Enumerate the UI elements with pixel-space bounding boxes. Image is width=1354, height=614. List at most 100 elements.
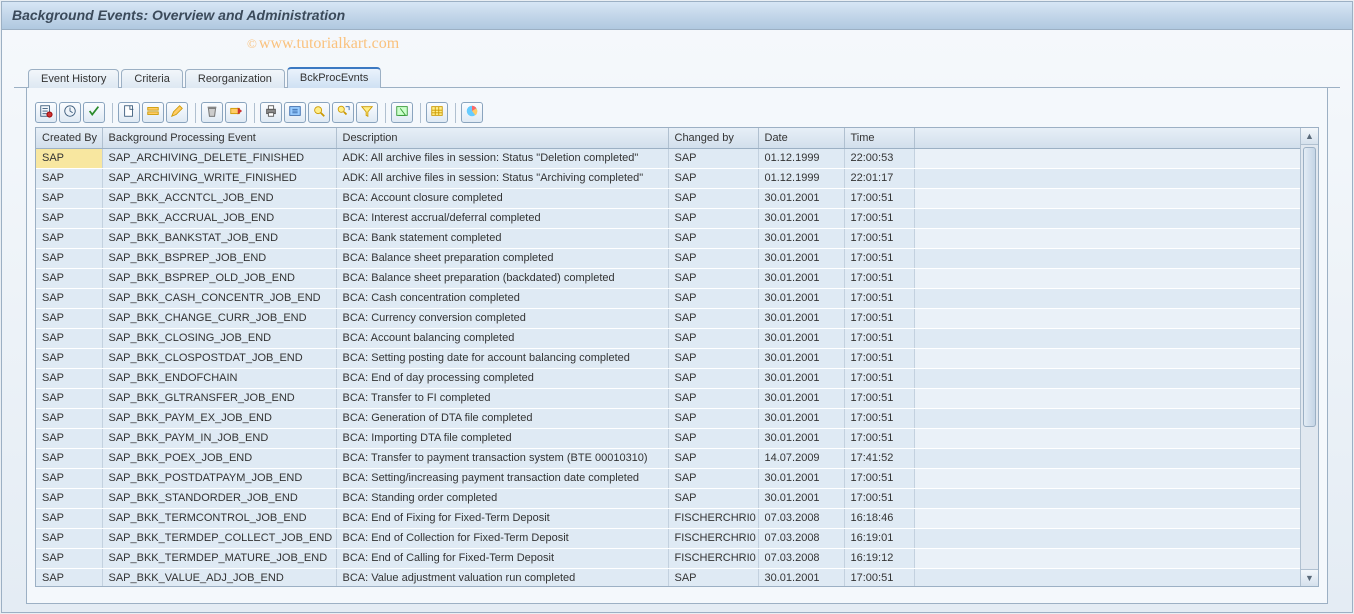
cell-changedBy[interactable]: SAP bbox=[668, 469, 758, 489]
cell-desc[interactable]: BCA: Account balancing completed bbox=[336, 329, 668, 349]
cell-changedBy[interactable]: SAP bbox=[668, 229, 758, 249]
cell-desc[interactable]: BCA: Transfer to payment transaction sys… bbox=[336, 449, 668, 469]
cell-createdBy[interactable]: SAP bbox=[36, 229, 102, 249]
cell-date[interactable]: 30.01.2001 bbox=[758, 189, 844, 209]
cell-time[interactable]: 17:00:51 bbox=[844, 369, 914, 389]
col-header-date[interactable]: Date bbox=[758, 128, 844, 149]
table-row[interactable]: SAPSAP_BKK_STANDORDER_JOB_ENDBCA: Standi… bbox=[36, 489, 1318, 509]
cell-desc[interactable]: BCA: Standing order completed bbox=[336, 489, 668, 509]
cell-time[interactable]: 17:00:51 bbox=[844, 429, 914, 449]
cell-createdBy[interactable]: SAP bbox=[36, 289, 102, 309]
cell-date[interactable]: 30.01.2001 bbox=[758, 269, 844, 289]
find-next-button[interactable] bbox=[332, 102, 354, 123]
vertical-scrollbar[interactable]: ▲ ▼ bbox=[1300, 128, 1318, 586]
cell-createdBy[interactable]: SAP bbox=[36, 349, 102, 369]
cell-changedBy[interactable]: SAP bbox=[668, 569, 758, 587]
cell-date[interactable]: 30.01.2001 bbox=[758, 289, 844, 309]
cell-desc[interactable]: BCA: End of day processing completed bbox=[336, 369, 668, 389]
cell-date[interactable]: 30.01.2001 bbox=[758, 429, 844, 449]
cell-desc[interactable]: BCA: Account closure completed bbox=[336, 189, 668, 209]
table-row[interactable]: SAPSAP_BKK_BANKSTAT_JOB_ENDBCA: Bank sta… bbox=[36, 229, 1318, 249]
cell-changedBy[interactable]: FISCHERCHRI0 bbox=[668, 509, 758, 529]
cell-time[interactable]: 17:00:51 bbox=[844, 189, 914, 209]
cell-createdBy[interactable]: SAP bbox=[36, 169, 102, 189]
col-header-desc[interactable]: Description bbox=[336, 128, 668, 149]
cell-desc[interactable]: BCA: End of Collection for Fixed-Term De… bbox=[336, 529, 668, 549]
table-row[interactable]: SAPSAP_ARCHIVING_WRITE_FINISHEDADK: All … bbox=[36, 169, 1318, 189]
cell-date[interactable]: 01.12.1999 bbox=[758, 169, 844, 189]
table-row[interactable]: SAPSAP_BKK_TERMDEP_MATURE_JOB_ENDBCA: En… bbox=[36, 549, 1318, 569]
total-button[interactable] bbox=[391, 102, 413, 123]
cell-createdBy[interactable]: SAP bbox=[36, 149, 102, 169]
table-row[interactable]: SAPSAP_BKK_PAYM_EX_JOB_ENDBCA: Generatio… bbox=[36, 409, 1318, 429]
table-row[interactable]: SAPSAP_BKK_TERMCONTROL_JOB_ENDBCA: End o… bbox=[36, 509, 1318, 529]
cell-time[interactable]: 17:00:51 bbox=[844, 329, 914, 349]
cell-time[interactable]: 16:19:01 bbox=[844, 529, 914, 549]
table-row[interactable]: SAPSAP_BKK_PAYM_IN_JOB_ENDBCA: Importing… bbox=[36, 429, 1318, 449]
cell-date[interactable]: 30.01.2001 bbox=[758, 229, 844, 249]
export-button[interactable] bbox=[284, 102, 306, 123]
cell-event[interactable]: SAP_ARCHIVING_WRITE_FINISHED bbox=[102, 169, 336, 189]
cell-changedBy[interactable]: SAP bbox=[668, 249, 758, 269]
cell-desc[interactable]: BCA: Balance sheet preparation (backdate… bbox=[336, 269, 668, 289]
cell-event[interactable]: SAP_BKK_PAYM_EX_JOB_END bbox=[102, 409, 336, 429]
table-row[interactable]: SAPSAP_BKK_TERMDEP_COLLECT_JOB_ENDBCA: E… bbox=[36, 529, 1318, 549]
scroll-thumb[interactable] bbox=[1303, 147, 1316, 427]
table-row[interactable]: SAPSAP_BKK_GLTRANSFER_JOB_ENDBCA: Transf… bbox=[36, 389, 1318, 409]
cell-changedBy[interactable]: FISCHERCHRI0 bbox=[668, 529, 758, 549]
table-row[interactable]: SAPSAP_BKK_BSPREP_JOB_ENDBCA: Balance sh… bbox=[36, 249, 1318, 269]
cell-desc[interactable]: ADK: All archive files in session: Statu… bbox=[336, 169, 668, 189]
cell-date[interactable]: 07.03.2008 bbox=[758, 509, 844, 529]
cell-time[interactable]: 22:01:17 bbox=[844, 169, 914, 189]
scroll-down-arrow-icon[interactable]: ▼ bbox=[1301, 569, 1318, 586]
cell-time[interactable]: 17:00:51 bbox=[844, 489, 914, 509]
cell-time[interactable]: 16:19:12 bbox=[844, 549, 914, 569]
col-header-createdBy[interactable]: Created By bbox=[36, 128, 102, 149]
cell-time[interactable]: 17:00:51 bbox=[844, 289, 914, 309]
cell-desc[interactable]: BCA: Importing DTA file completed bbox=[336, 429, 668, 449]
cell-changedBy[interactable]: SAP bbox=[668, 389, 758, 409]
cell-event[interactable]: SAP_BKK_ACCNTCL_JOB_END bbox=[102, 189, 336, 209]
cell-event[interactable]: SAP_BKK_CLOSING_JOB_END bbox=[102, 329, 336, 349]
cell-changedBy[interactable]: SAP bbox=[668, 309, 758, 329]
cell-createdBy[interactable]: SAP bbox=[36, 189, 102, 209]
cell-createdBy[interactable]: SAP bbox=[36, 429, 102, 449]
cell-createdBy[interactable]: SAP bbox=[36, 409, 102, 429]
tab-bckprocevnts[interactable]: BckProcEvnts bbox=[287, 67, 381, 88]
tab-reorganization[interactable]: Reorganization bbox=[185, 69, 285, 88]
cell-time[interactable]: 17:00:51 bbox=[844, 569, 914, 587]
cell-desc[interactable]: BCA: Generation of DTA file completed bbox=[336, 409, 668, 429]
cell-event[interactable]: SAP_BKK_CASH_CONCENTR_JOB_END bbox=[102, 289, 336, 309]
cell-createdBy[interactable]: SAP bbox=[36, 509, 102, 529]
cell-date[interactable]: 30.01.2001 bbox=[758, 349, 844, 369]
cell-createdBy[interactable]: SAP bbox=[36, 269, 102, 289]
scroll-up-arrow-icon[interactable]: ▲ bbox=[1301, 128, 1318, 145]
cell-changedBy[interactable]: SAP bbox=[668, 429, 758, 449]
cell-createdBy[interactable]: SAP bbox=[36, 249, 102, 269]
table-row[interactable]: SAPSAP_BKK_VALUE_ADJ_JOB_ENDBCA: Value a… bbox=[36, 569, 1318, 587]
cell-createdBy[interactable]: SAP bbox=[36, 489, 102, 509]
cell-event[interactable]: SAP_BKK_CHANGE_CURR_JOB_END bbox=[102, 309, 336, 329]
table-row[interactable]: SAPSAP_BKK_BSPREP_OLD_JOB_ENDBCA: Balanc… bbox=[36, 269, 1318, 289]
cell-event[interactable]: SAP_BKK_POSTDATPAYM_JOB_END bbox=[102, 469, 336, 489]
cell-time[interactable]: 17:00:51 bbox=[844, 349, 914, 369]
cell-event[interactable]: SAP_BKK_ENDOFCHAIN bbox=[102, 369, 336, 389]
grid-button[interactable] bbox=[426, 102, 448, 123]
cell-desc[interactable]: BCA: Cash concentration completed bbox=[336, 289, 668, 309]
cell-event[interactable]: SAP_BKK_VALUE_ADJ_JOB_END bbox=[102, 569, 336, 587]
cell-event[interactable]: SAP_BKK_PAYM_IN_JOB_END bbox=[102, 429, 336, 449]
table-row[interactable]: SAPSAP_BKK_POEX_JOB_ENDBCA: Transfer to … bbox=[36, 449, 1318, 469]
cell-createdBy[interactable]: SAP bbox=[36, 549, 102, 569]
cell-changedBy[interactable]: SAP bbox=[668, 329, 758, 349]
cell-changedBy[interactable]: SAP bbox=[668, 189, 758, 209]
cell-date[interactable]: 30.01.2001 bbox=[758, 569, 844, 587]
table-row[interactable]: SAPSAP_BKK_CHANGE_CURR_JOB_ENDBCA: Curre… bbox=[36, 309, 1318, 329]
cell-desc[interactable]: BCA: Setting/increasing payment transact… bbox=[336, 469, 668, 489]
cell-date[interactable]: 30.01.2001 bbox=[758, 329, 844, 349]
cell-event[interactable]: SAP_BKK_CLOSPOSTDAT_JOB_END bbox=[102, 349, 336, 369]
cell-date[interactable]: 07.03.2008 bbox=[758, 529, 844, 549]
cell-time[interactable]: 17:00:51 bbox=[844, 409, 914, 429]
table-row[interactable]: SAPSAP_BKK_ACCRUAL_JOB_ENDBCA: Interest … bbox=[36, 209, 1318, 229]
cell-createdBy[interactable]: SAP bbox=[36, 329, 102, 349]
cell-changedBy[interactable]: SAP bbox=[668, 369, 758, 389]
